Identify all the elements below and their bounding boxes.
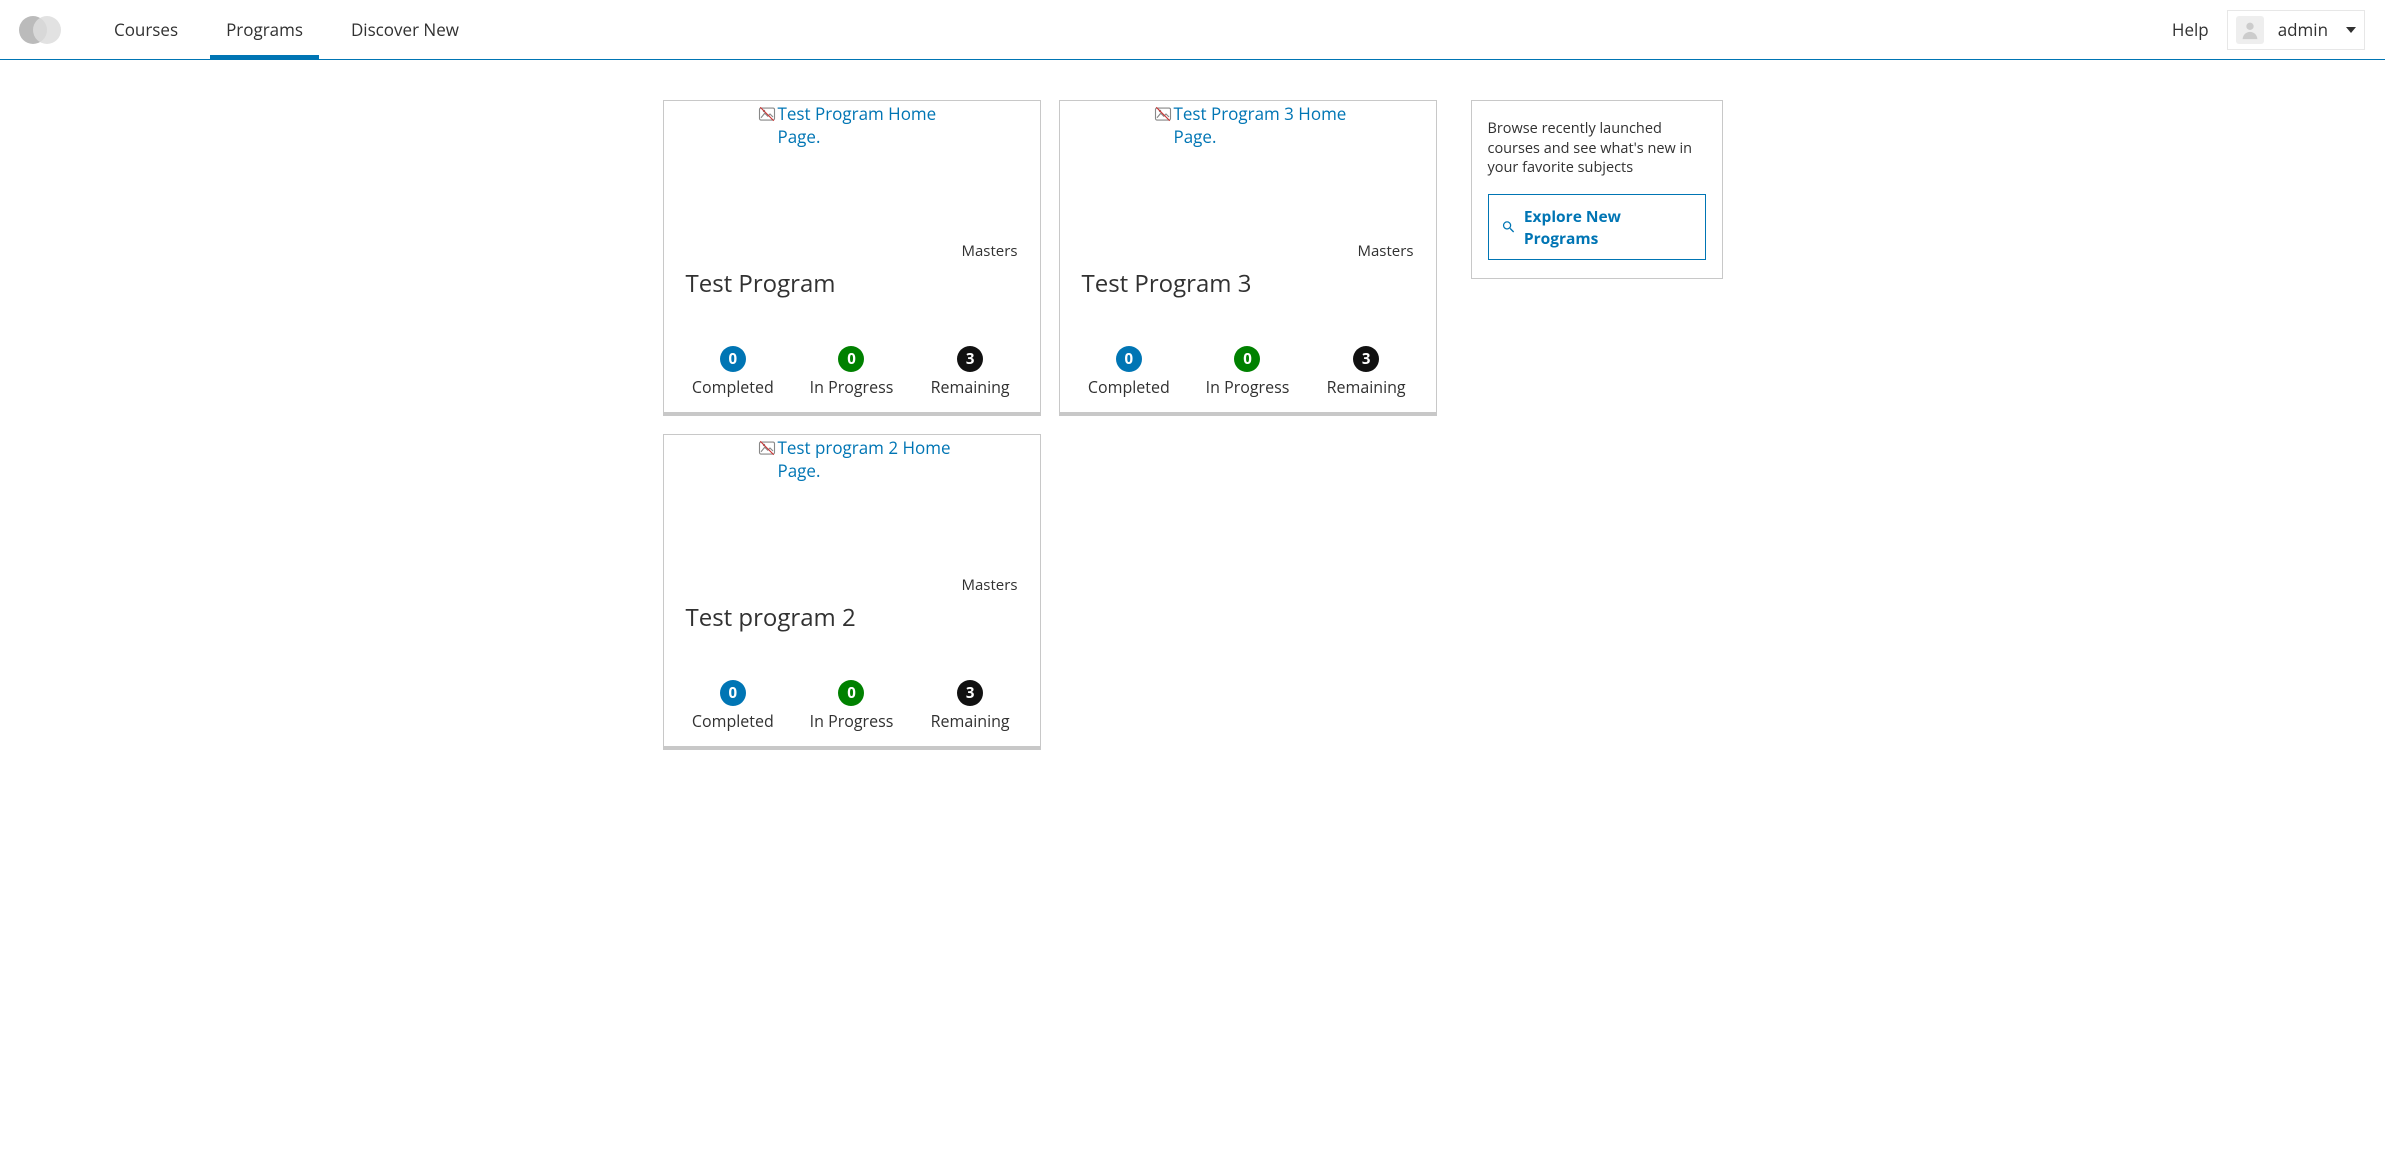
broken-image-icon [758,105,776,123]
promo-text: Browse recently launched courses and see… [1488,119,1706,178]
card-banner: Test Program 3 Home Page. [1060,101,1436,241]
program-type: Masters [664,241,1040,261]
program-stats: 0 Completed 0 In Progress 3 Remaining [664,300,1040,412]
programs-grid: Test Program Home Page. Masters Test Pro… [663,100,1437,750]
stat-completed: 0 Completed [1084,346,1174,398]
broken-image-icon [1154,105,1172,123]
completed-label: Completed [688,710,778,732]
tab-courses[interactable]: Courses [90,0,202,59]
logo[interactable] [10,12,70,48]
stat-remaining: 3 Remaining [925,346,1015,398]
remaining-label: Remaining [925,710,1015,732]
stat-remaining: 3 Remaining [925,680,1015,732]
help-label: Help [2172,18,2209,41]
remaining-label: Remaining [1321,376,1411,398]
user-name: admin [2278,18,2328,41]
in-progress-label: In Progress [806,710,896,732]
completed-label: Completed [1084,376,1174,398]
program-stats: 0 Completed 0 In Progress 3 Remaining [1060,300,1436,412]
stat-in-progress: 0 In Progress [806,346,896,398]
remaining-count: 3 [957,346,983,372]
remaining-count: 3 [957,680,983,706]
tab-programs[interactable]: Programs [202,0,327,59]
broken-image-placeholder: Test Program 3 Home Page. [1154,103,1358,149]
completed-label: Completed [688,376,778,398]
card-banner: Test program 2 Home Page. [664,435,1040,575]
program-title: Test program 2 [664,595,1040,634]
stat-completed: 0 Completed [688,346,778,398]
explore-new-programs-button[interactable]: Explore New Programs [1488,194,1706,260]
program-card[interactable]: Test Program Home Page. Masters Test Pro… [663,100,1041,416]
in-progress-label: In Progress [806,376,896,398]
avatar [2236,16,2264,44]
in-progress-count: 0 [838,680,864,706]
completed-count: 0 [720,680,746,706]
caret-down-icon [2346,27,2356,33]
stat-completed: 0 Completed [688,680,778,732]
user-menu[interactable]: admin [2227,10,2365,50]
image-alt-text: Test Program 3 Home Page. [1174,103,1358,149]
explore-button-label: Explore New Programs [1524,205,1693,249]
program-card[interactable]: Test program 2 Home Page. Masters Test p… [663,434,1041,750]
nav-tabs: Courses Programs Discover New [90,0,483,59]
sidebar: Browse recently launched courses and see… [1471,100,1723,279]
program-stats: 0 Completed 0 In Progress 3 Remaining [664,634,1040,746]
card-banner: Test Program Home Page. [664,101,1040,241]
broken-image-placeholder: Test Program Home Page. [758,103,962,149]
tab-label: Courses [114,18,178,41]
program-type: Masters [664,575,1040,595]
stat-in-progress: 0 In Progress [806,680,896,732]
program-type: Masters [1060,241,1436,261]
tab-discover-new[interactable]: Discover New [327,0,483,59]
explore-promo: Browse recently launched courses and see… [1471,100,1723,279]
program-title: Test Program [664,261,1040,300]
in-progress-count: 0 [1234,346,1260,372]
image-alt-text: Test Program Home Page. [778,103,962,149]
broken-image-icon [758,439,776,457]
search-icon [1501,219,1516,235]
stat-remaining: 3 Remaining [1321,346,1411,398]
in-progress-count: 0 [838,346,864,372]
in-progress-label: In Progress [1202,376,1292,398]
broken-image-placeholder: Test program 2 Home Page. [758,437,962,483]
stat-in-progress: 0 In Progress [1202,346,1292,398]
tab-label: Programs [226,18,303,41]
program-card[interactable]: Test Program 3 Home Page. Masters Test P… [1059,100,1437,416]
topbar: Courses Programs Discover New Help admin [0,0,2385,60]
remaining-count: 3 [1353,346,1379,372]
image-alt-text: Test program 2 Home Page. [778,437,962,483]
tab-label: Discover New [351,18,459,41]
program-title: Test Program 3 [1060,261,1436,300]
remaining-label: Remaining [925,376,1015,398]
completed-count: 0 [1116,346,1142,372]
help-link[interactable]: Help [2154,18,2227,41]
completed-count: 0 [720,346,746,372]
